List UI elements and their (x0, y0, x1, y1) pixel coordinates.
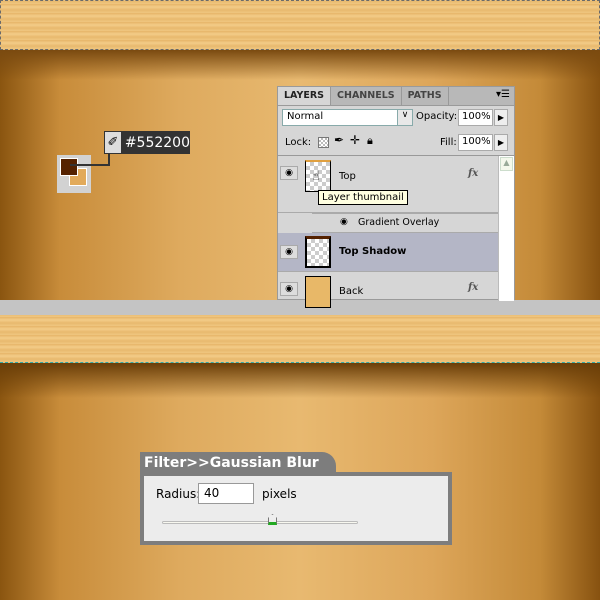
blend-mode-value: Normal (287, 111, 324, 122)
plank-shadow (0, 363, 600, 398)
eyedropper-icon: ✐ (105, 132, 121, 153)
layer-thumbnail[interactable] (305, 236, 331, 268)
effect-eye-icon[interactable]: ◉ (340, 217, 348, 227)
visibility-eye-icon[interactable]: ◉ (280, 166, 298, 180)
fill-arrow-button[interactable]: ▶ (494, 134, 508, 151)
visibility-eye-icon[interactable]: ◉ (280, 245, 298, 259)
opacity-input[interactable]: 100% (458, 109, 493, 126)
effect-name: Gradient Overlay (358, 217, 440, 228)
lock-brush-icon[interactable]: ✒ (334, 133, 344, 147)
dialog-title-tab: Filter>>Gaussian Blur (140, 452, 336, 474)
lock-move-icon[interactable]: ✛ (350, 133, 360, 147)
visibility-eye-icon[interactable]: ◉ (280, 282, 298, 296)
layers-panel: LAYERS CHANNELS PATHS ▾☰ Normal ∨ Opacit… (277, 86, 515, 308)
hex-label: ✐ #552200 (104, 131, 190, 154)
lock-label: Lock: (285, 137, 312, 148)
plank-shadow (0, 50, 600, 80)
middle-plank (0, 315, 600, 363)
top-plank (0, 0, 600, 50)
fx-icon[interactable]: fx (468, 168, 478, 179)
layer-name: Back (339, 286, 364, 297)
effect-row-gradient-overlay[interactable]: ◉ Gradient Overlay (312, 213, 498, 233)
fx-icon[interactable]: fx (468, 282, 478, 293)
opacity-label: Opacity: (416, 111, 458, 122)
gaussian-blur-dialog: Radius: 40 pixels (140, 472, 452, 545)
tooltip: Layer thumbnail (318, 190, 408, 205)
unit-label: pixels (262, 487, 297, 501)
fill-input[interactable]: 100% (458, 134, 493, 151)
layer-row-top-shadow[interactable]: ◉ Top Shadow (278, 233, 498, 272)
dialog-title: Filter>>Gaussian Blur (144, 455, 319, 471)
layer-row-back[interactable]: ◉ Back fx (278, 272, 498, 308)
tab-layers[interactable]: LAYERS (278, 87, 332, 105)
tab-channels[interactable]: CHANNELS (331, 87, 402, 105)
gray-band (0, 300, 600, 315)
radius-slider[interactable] (162, 521, 358, 524)
hand-cursor-icon: ☝ (312, 169, 320, 184)
blend-mode-select[interactable]: Normal ∨ (282, 109, 413, 126)
lock-transparent-icon[interactable] (318, 137, 329, 148)
slider-thumb[interactable] (268, 514, 277, 525)
hex-value: #552200 (124, 134, 190, 151)
layer-thumbnail[interactable] (305, 276, 331, 308)
fill-label: Fill: (440, 137, 457, 148)
scroll-up-button[interactable]: ▲ (500, 157, 513, 171)
layer-name: Top (339, 171, 356, 182)
layer-name: Top Shadow (339, 246, 407, 257)
scrollbar[interactable]: ▲ (498, 156, 514, 301)
tab-paths[interactable]: PATHS (402, 87, 449, 105)
chevron-down-icon: ∨ (397, 110, 412, 125)
lock-all-icon[interactable]: 🔒︎ (367, 134, 373, 148)
opacity-arrow-button[interactable]: ▶ (494, 109, 508, 126)
radius-input[interactable]: 40 (198, 483, 254, 504)
panel-menu-icon[interactable]: ▾☰ (492, 87, 514, 105)
layer-row-top[interactable]: ◉ ☝ Top fx Layer thumbnail (278, 156, 498, 213)
radius-label: Radius: (156, 487, 201, 501)
